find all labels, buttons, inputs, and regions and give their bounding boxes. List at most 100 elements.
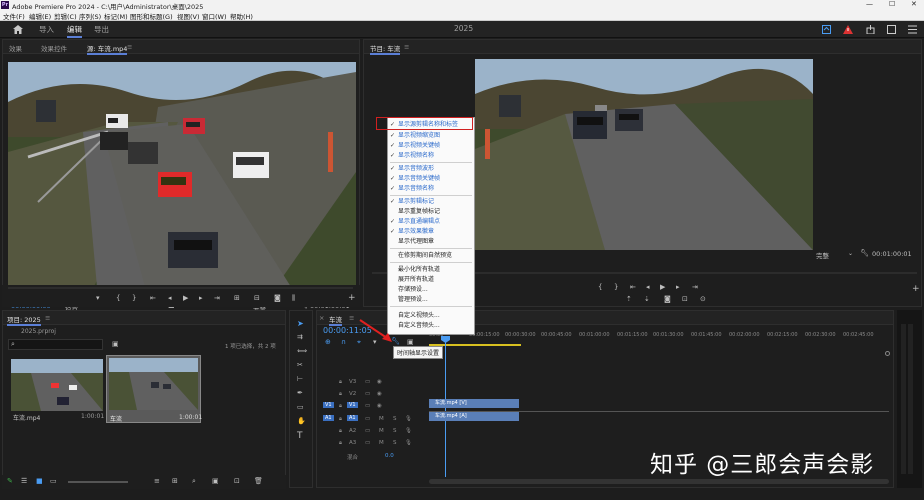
tab-edit[interactable]: 编辑	[67, 24, 82, 38]
program-vr-icon[interactable]: ⊙	[700, 295, 706, 303]
tab-timeline-sequence[interactable]: 车流	[329, 314, 342, 326]
menu-marker[interactable]: 标记(M)	[104, 11, 128, 21]
overwrite-icon[interactable]: ⊟	[254, 294, 260, 302]
type-tool-icon[interactable]: T	[297, 431, 303, 441]
maximize-button[interactable]: ☐	[889, 0, 895, 8]
playhead-handle-icon[interactable]	[441, 336, 450, 343]
track-select-tool-icon[interactable]: ⇉	[297, 333, 303, 341]
menu-view[interactable]: 视图(V)	[177, 11, 200, 21]
menu-item-show-video-keyframes[interactable]: ✓ 显示视频关键帧	[388, 141, 474, 151]
razor-tool-icon[interactable]: ✂	[297, 361, 303, 369]
menu-item-show-through-edits[interactable]: ✓ 显示直通编辑点	[388, 217, 474, 227]
captions-icon[interactable]: ▣	[407, 338, 414, 346]
play-icon[interactable]: ▶	[183, 294, 188, 302]
ripple-edit-tool-icon[interactable]: ⟺	[297, 347, 307, 355]
track-name[interactable]: V1	[347, 402, 358, 408]
sync-lock-icon[interactable]: ▭	[365, 416, 370, 422]
warning-icon[interactable]	[843, 25, 853, 34]
project-item-selected[interactable]: 车流 1:00:01	[106, 355, 202, 423]
comparison-icon[interactable]: ⫼	[292, 294, 295, 303]
delete-icon[interactable]: 🗑︎	[254, 477, 263, 485]
tab-source[interactable]: 源: 车流.mp4	[87, 43, 128, 55]
mark-in-icon[interactable]: {	[116, 294, 120, 302]
eye-icon[interactable]: ◉	[377, 391, 382, 397]
program-step-forward-icon[interactable]: ▸	[676, 283, 680, 291]
menu-item-show-video-names[interactable]: ✓ 显示视频名称	[388, 151, 474, 161]
new-bin-icon[interactable]: ▣	[112, 340, 119, 348]
go-to-out-icon[interactable]: ⇥	[214, 294, 220, 302]
video-clip[interactable]: 车流.mp4 [V]	[429, 399, 519, 408]
menu-help[interactable]: 帮助(H)	[230, 11, 253, 21]
find-icon[interactable]: ⌕	[192, 477, 196, 486]
program-quality-dropdown[interactable]: 完整	[816, 250, 829, 260]
lock-icon[interactable]: 🔒︎	[339, 416, 342, 423]
insert-icon[interactable]: ⊞	[234, 294, 240, 302]
sync-lock-icon[interactable]: ▭	[365, 379, 370, 385]
automate-icon[interactable]: ⊞	[172, 477, 178, 485]
source-patch-a1[interactable]: A1	[323, 415, 334, 421]
tab-menu-icon[interactable]: ≡	[127, 43, 132, 51]
source-patch-v1[interactable]: V1	[323, 402, 334, 408]
mute-button[interactable]: M	[379, 428, 384, 434]
mic-icon[interactable]: 🎙︎	[405, 416, 412, 422]
menu-item-show-audio-waveform[interactable]: ✓ 显示音频波形	[388, 164, 474, 174]
eye-icon[interactable]: ◉	[377, 379, 382, 385]
source-scrub-bar[interactable]	[8, 287, 353, 289]
lock-icon[interactable]: 🔒︎	[339, 379, 342, 386]
menu-item-show-duplicate-frame-markers[interactable]: 显示重复帧标记	[388, 207, 474, 217]
minimize-button[interactable]: —	[866, 0, 873, 8]
lock-icon[interactable]: 🔒︎	[339, 391, 342, 398]
program-step-back-icon[interactable]: ◂	[646, 283, 650, 291]
program-mark-in-icon[interactable]: {	[598, 283, 602, 291]
list-view-icon[interactable]: ☰	[21, 477, 27, 485]
extract-icon[interactable]: ⇣	[644, 295, 650, 303]
menu-item-show-proxy-badges[interactable]: 显示代理图章	[388, 237, 474, 247]
menu-item-show-video-thumbnails[interactable]: ✓ 显示视频缩览图	[388, 131, 474, 141]
zoom-slider[interactable]	[68, 481, 128, 483]
solo-button[interactable]: S	[393, 416, 397, 422]
project-search-input[interactable]	[8, 339, 103, 350]
mic-icon[interactable]: 🎙︎	[405, 440, 412, 446]
tab-import[interactable]: 导入	[39, 24, 54, 35]
sync-lock-icon[interactable]: ▭	[365, 403, 370, 409]
mark-out-icon[interactable]: }	[132, 294, 136, 302]
menu-edit[interactable]: 编辑(E)	[29, 11, 51, 21]
program-go-to-out-icon[interactable]: ⇥	[692, 283, 698, 291]
sync-lock-icon[interactable]: ▭	[365, 391, 370, 397]
menu-item-minimize-all-tracks[interactable]: 最小化所有轨道	[388, 265, 474, 275]
menu-item-manage-presets[interactable]: 管理预设...	[388, 295, 474, 305]
menu-clip[interactable]: 剪辑(C)	[54, 11, 77, 21]
project-item-thumbnail[interactable]	[11, 359, 103, 411]
new-bin-bottom-icon[interactable]: ▣	[212, 477, 219, 485]
mix-value[interactable]: 0.0	[385, 453, 394, 459]
tab-project[interactable]: 项目: 2025	[7, 314, 41, 326]
lock-icon[interactable]: 🔒︎	[339, 440, 342, 447]
mute-button[interactable]: M	[379, 416, 384, 422]
vertical-zoom-handle-icon[interactable]	[885, 351, 890, 356]
menu-item-show-effect-badges[interactable]: ✓ 显示效果徽章	[388, 227, 474, 237]
selection-tool-icon[interactable]: ➤	[297, 319, 304, 328]
menu-window[interactable]: 窗口(W)	[202, 11, 227, 21]
tab-effects[interactable]: 效果	[9, 43, 22, 53]
sync-lock-icon[interactable]: ▭	[365, 428, 370, 434]
add-button-icon[interactable]: +	[348, 293, 356, 303]
freeform-view-icon[interactable]: ▭	[50, 477, 57, 485]
write-icon[interactable]: ✎	[7, 477, 13, 485]
program-wrench-icon[interactable]: 🔧︎	[860, 249, 869, 257]
marker-icon[interactable]: ▾	[96, 294, 100, 302]
tab-program[interactable]: 节目: 车流	[370, 43, 401, 55]
sort-icon[interactable]: ≡	[154, 477, 160, 485]
quick-export-icon[interactable]	[822, 25, 831, 34]
lock-icon[interactable]: 🔒︎	[339, 428, 342, 435]
icon-view-icon[interactable]: ■	[36, 477, 43, 485]
program-mark-out-icon[interactable]: }	[614, 283, 618, 291]
menu-item-show-audio-names[interactable]: ✓ 显示音频名称	[388, 184, 474, 194]
menu-graphics[interactable]: 图形和标题(G)	[130, 11, 173, 21]
track-name[interactable]: A1	[347, 415, 358, 421]
timeline-close-icon[interactable]: ×	[319, 314, 324, 322]
step-forward-icon[interactable]: ▸	[199, 294, 203, 302]
program-camera-icon[interactable]: ◙	[664, 295, 671, 303]
go-to-in-icon[interactable]: ⇤	[150, 294, 156, 302]
hand-tool-icon[interactable]: ✋	[297, 417, 306, 425]
lift-icon[interactable]: ⇡	[626, 295, 632, 303]
